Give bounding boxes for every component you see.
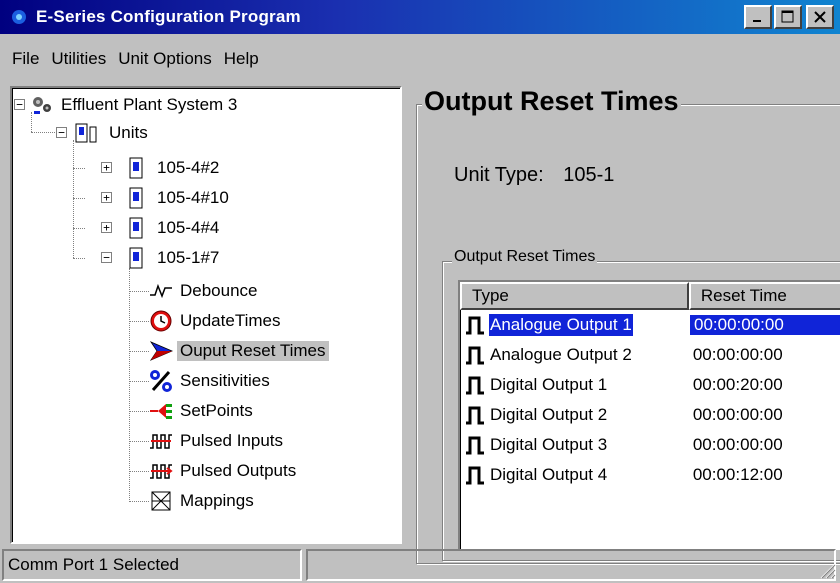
unit-type-value: 105-1 — [563, 164, 615, 186]
tree-item-updatetimes[interactable]: UpdateTimes — [149, 307, 283, 335]
tree-item-setpoints[interactable]: SetPoints — [149, 397, 256, 425]
groupbox-title: Output Reset Times — [452, 248, 598, 266]
units-icon — [75, 123, 97, 143]
list-item[interactable]: Analogue Output 2 00:00:00:00 — [460, 340, 840, 370]
column-header-type[interactable]: Type — [460, 282, 689, 310]
arrow-right-icon — [149, 341, 173, 361]
menu-file[interactable]: File — [6, 49, 45, 69]
pulse-icon — [466, 436, 484, 455]
pulse-icon — [466, 346, 484, 365]
tree-item-unit[interactable]: 105-4#4 — [126, 214, 222, 242]
waveform-icon — [150, 283, 172, 299]
unit-device-icon — [129, 217, 143, 239]
menu-bar: File Utilities Unit Options Help — [0, 34, 840, 84]
window-title: E-Series Configuration Program — [36, 7, 301, 26]
list-item[interactable]: Digital Output 2 00:00:00:00 — [460, 400, 840, 430]
app-icon — [12, 10, 26, 24]
reset-times-list[interactable]: Type Reset Time Analogue Output 1 00:00:… — [458, 280, 840, 550]
tree-item-pulsed-inputs[interactable]: Pulsed Inputs — [149, 427, 286, 455]
panel-splitter[interactable] — [404, 86, 412, 544]
list-item[interactable]: Digital Output 3 00:00:00:00 — [460, 430, 840, 460]
status-text: Comm Port 1 Selected — [2, 549, 302, 581]
close-icon — [814, 11, 826, 23]
pulsed-outputs-icon — [150, 464, 173, 479]
tree-item-output-reset-times[interactable]: Ouput Reset Times — [149, 337, 329, 365]
unit-device-icon — [129, 247, 143, 269]
menu-help[interactable]: Help — [218, 49, 265, 69]
list-item[interactable]: Analogue Output 1 00:00:00:00 — [460, 310, 840, 340]
unit-type-label: Unit Type: — [454, 164, 544, 186]
title-bar[interactable]: E-Series Configuration Program — [0, 0, 840, 34]
tree-item-unit[interactable]: 105-4#10 — [126, 184, 232, 212]
collapse-toggle[interactable]: − — [56, 127, 67, 138]
unit-device-icon — [129, 157, 143, 179]
menu-unit-options[interactable]: Unit Options — [112, 49, 218, 69]
column-header-reset-time[interactable]: Reset Time — [688, 282, 840, 310]
menu-utilities[interactable]: Utilities — [45, 49, 112, 69]
pulse-icon — [466, 466, 484, 485]
tree-view[interactable]: − − + + + − Effluent Plant System 3 Unit… — [10, 86, 402, 544]
status-pane-2 — [306, 549, 836, 581]
tree-item-sensitivities[interactable]: Sensitivities — [149, 367, 273, 395]
output-reset-times-panel: Output Reset Times Unit Type: 105-1 Outp… — [412, 86, 840, 564]
list-item[interactable]: Digital Output 1 00:00:20:00 — [460, 370, 840, 400]
expand-toggle[interactable]: + — [101, 162, 112, 173]
mappings-icon — [151, 491, 171, 511]
pulse-icon — [466, 316, 484, 335]
expand-toggle[interactable]: + — [101, 192, 112, 203]
maximize-button[interactable] — [774, 5, 802, 29]
pulse-icon — [466, 376, 484, 395]
pulse-icon — [466, 406, 484, 425]
tree-item-root[interactable]: Effluent Plant System 3 — [30, 91, 240, 119]
setpoint-icon — [150, 404, 172, 419]
list-item[interactable]: Digital Output 4 00:00:12:00 — [460, 460, 840, 490]
close-button[interactable] — [806, 5, 834, 29]
minimize-button[interactable] — [744, 5, 772, 29]
tree-item-mappings[interactable]: Mappings — [149, 487, 257, 515]
tree-item-debounce[interactable]: Debounce — [149, 277, 261, 305]
clock-icon — [150, 310, 172, 332]
status-bar: Comm Port 1 Selected — [0, 549, 840, 583]
collapse-toggle[interactable]: − — [14, 99, 25, 110]
expand-toggle[interactable]: + — [101, 222, 112, 233]
resize-grip-icon[interactable] — [818, 561, 836, 579]
tree-item-units[interactable]: Units — [70, 119, 151, 147]
percent-icon — [150, 370, 172, 392]
network-gears-icon — [33, 97, 51, 114]
page-title: Output Reset Times — [422, 86, 681, 117]
pulsed-inputs-icon — [150, 434, 172, 449]
tree-item-pulsed-outputs[interactable]: Pulsed Outputs — [149, 457, 299, 485]
tree-item-unit[interactable]: 105-1#7 — [126, 244, 222, 272]
unit-device-icon — [129, 187, 143, 209]
maximize-icon — [781, 10, 794, 23]
tree-item-unit[interactable]: 105-4#2 — [126, 154, 222, 182]
collapse-toggle[interactable]: − — [101, 252, 112, 263]
unit-type: Unit Type: 105-1 — [454, 164, 614, 187]
minimize-icon — [753, 20, 761, 22]
